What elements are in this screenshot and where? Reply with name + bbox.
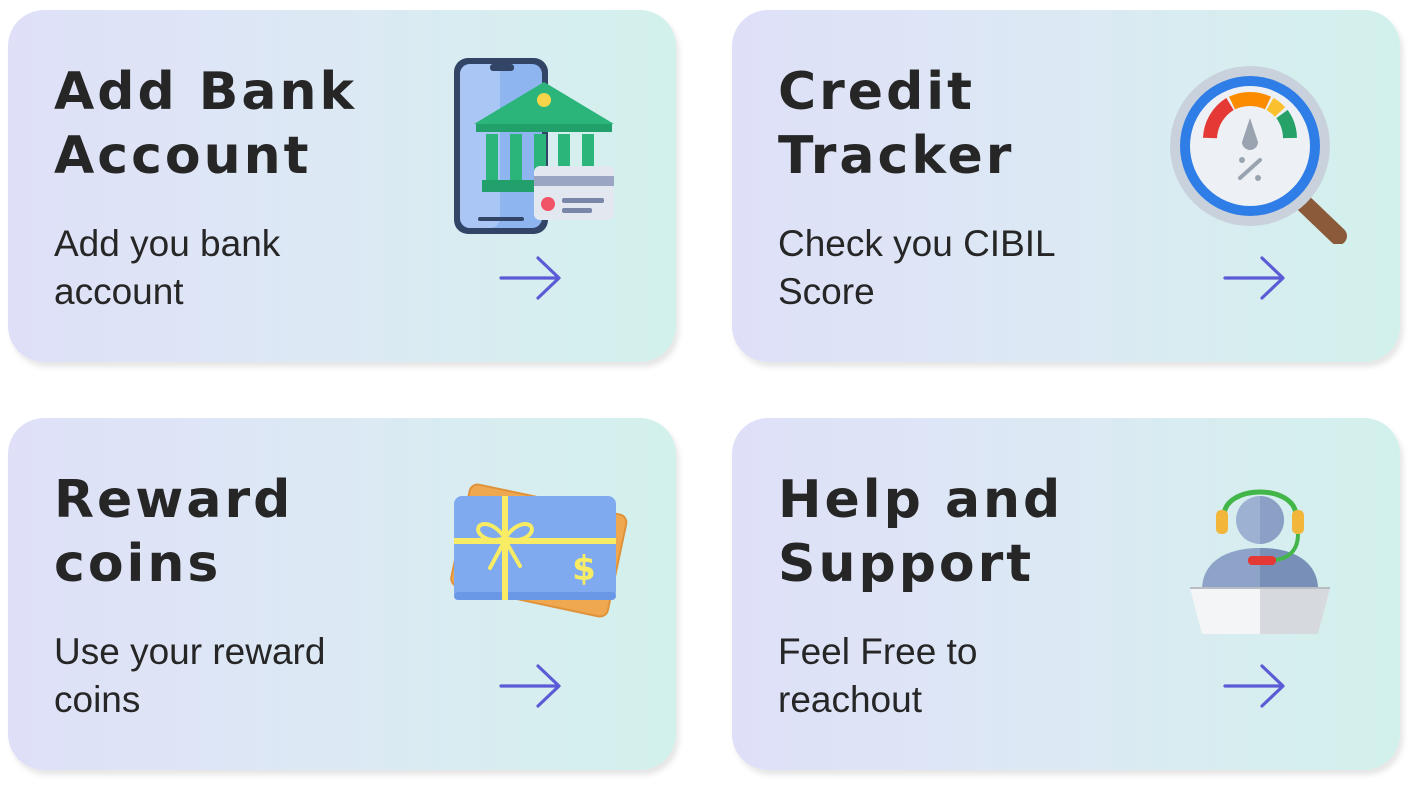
add-bank-account-card[interactable]: Add Bank Account Add you bank account: [8, 10, 676, 362]
credit-score-icon: [1170, 66, 1347, 244]
arrow-right-icon[interactable]: [1222, 254, 1288, 302]
card-title: Help and Support: [778, 470, 1064, 594]
reward-coins-card[interactable]: Reward coins Use your reward coins $: [8, 418, 676, 770]
svg-text:$: $: [572, 549, 596, 589]
arrow-right-icon[interactable]: [498, 662, 564, 710]
card-description: Add you bank account: [54, 223, 281, 312]
arrow-right-icon[interactable]: [498, 254, 564, 302]
card-title: Credit Tracker: [778, 62, 1015, 186]
card-description: Check you CIBIL Score: [778, 223, 1056, 312]
arrow-right-icon[interactable]: [1222, 662, 1288, 710]
credit-tracker-card[interactable]: Credit Tracker Check you CIBIL Score: [732, 10, 1400, 362]
card-title: Add Bank Account: [54, 62, 358, 186]
help-support-card[interactable]: Help and Support Feel Free to reachout: [732, 418, 1400, 770]
card-description: Use your reward coins: [54, 631, 326, 720]
card-description: Feel Free to reachout: [778, 631, 978, 720]
customer-support-icon: [1190, 489, 1330, 634]
gift-card-icon: $: [450, 483, 628, 618]
bank-account-icon: [454, 58, 614, 234]
card-title: Reward coins: [54, 470, 294, 594]
